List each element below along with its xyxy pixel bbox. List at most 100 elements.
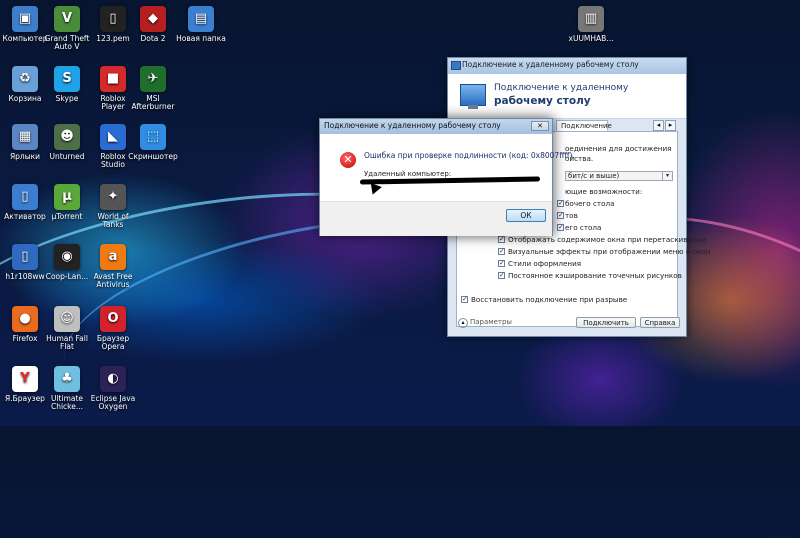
file-icon: ▯ (100, 6, 126, 32)
desktop-icon-label: xUUMHAB... (568, 34, 614, 43)
firefox-icon: ● (12, 306, 38, 332)
yandex-icon: Y (12, 366, 38, 392)
error-title: Подключение к удаленному рабочему столу (324, 121, 501, 130)
desktop-icon[interactable]: µ µTorrent (42, 184, 92, 221)
desktop-icon[interactable]: ◉ Coop-Lan... (42, 244, 92, 281)
dota-icon: ◆ (140, 6, 166, 32)
desktop-icon[interactable]: ✦ World of Tanks (88, 184, 138, 229)
speed-select[interactable]: бит/с и выше) ▾ (565, 171, 673, 181)
desktop-icon-label: Avast Free Antivirus (93, 272, 133, 289)
tab-scroll-right-icon[interactable]: ▸ (665, 120, 676, 131)
desktop-icon-label: Coop-Lan... (45, 272, 89, 281)
gta-icon: V (54, 6, 80, 32)
error-body: ✕ Ошибка при проверке подлинности (код: … (320, 134, 575, 201)
check-reconnect-label: Восстановить подключение при разрыве (471, 295, 628, 304)
check-drag-contents-label: Отображать содержимое окна при перетаски… (508, 235, 706, 244)
error-icon: ✕ (340, 152, 356, 168)
rdp-text-1: оединения для достижения (565, 144, 672, 153)
check-bitmap-caching-label: Постоянное кэширование точечных рисунков (508, 271, 682, 280)
error-titlebar[interactable]: Подключение к удаленному рабочему столу … (320, 119, 552, 134)
shortcuts-icon: ▦ (12, 124, 38, 150)
rdp-header: Подключение к удаленному рабочему столу (448, 74, 686, 119)
desktop-icon[interactable]: ☻ Unturned (42, 124, 92, 161)
desktop-icon-label: Unturned (49, 152, 85, 161)
options-toggle-icon[interactable]: ▴ (458, 318, 468, 328)
chevron-down-icon: ▾ (662, 172, 672, 180)
rdp-header-line1: Подключение к удаленному (494, 83, 629, 93)
desktop-icon-label: Браузер Opera (96, 334, 130, 351)
desktop-icon[interactable]: ◐ Eclipse Java Oxygen (88, 366, 138, 411)
desktop-icon[interactable]: ◆ Dota 2 (128, 6, 178, 43)
chicken-icon: ♣ (54, 366, 80, 392)
speed-select-value: бит/с и выше) (568, 172, 620, 180)
desktop-icon[interactable]: ⬚ Скриншотер (128, 124, 178, 161)
desktop-icon-label: MSI Afterburner (131, 94, 175, 111)
tab-scroll: ◂ ▸ (652, 120, 676, 131)
desktop-icon[interactable]: a Avast Free Antivirus (88, 244, 138, 289)
rdp-app-icon (451, 61, 461, 70)
desktop-icon-label: Eclipse Java Oxygen (90, 394, 136, 411)
unturned-icon: ☻ (54, 124, 80, 150)
options-toggle-label[interactable]: Параметры (470, 318, 512, 326)
roblox-studio-icon: ◣ (100, 124, 126, 150)
desktop-icon[interactable]: S Skype (42, 66, 92, 103)
remote-desktop-icon (460, 84, 486, 109)
desktop-icon[interactable]: ✈ MSI Afterburner (128, 66, 178, 111)
rdp-title: Подключение к удаленному рабочему столу (462, 60, 639, 69)
desktop-icon-label: Новая папка (176, 34, 226, 43)
check-themes[interactable]: ✓ (498, 260, 505, 267)
utorrent-icon: µ (54, 184, 80, 210)
desktop-icon[interactable]: O Браузер Opera (88, 306, 138, 351)
option-label: его стола (565, 223, 602, 232)
desktop-icon-label: µTorrent (51, 212, 83, 221)
rdp-header-line2: рабочему столу (494, 95, 591, 107)
desktop-icon[interactable]: ♣ Ultimate Chicke... (42, 366, 92, 411)
check-visual-effects[interactable]: ✓ (498, 248, 505, 255)
check-themes-label: Стили оформления (508, 259, 582, 268)
close-icon[interactable]: ✕ (531, 121, 549, 131)
check-bitmap-caching[interactable]: ✓ (498, 272, 505, 279)
image-icon: ▥ (578, 6, 604, 32)
screenshot-icon: ⬚ (140, 124, 166, 150)
check-drag-contents[interactable]: ✓ (498, 236, 505, 243)
computer-icon: ▣ (12, 6, 38, 32)
option-checkbox[interactable]: ✓ (557, 200, 564, 207)
desktop-icon-label: World of Tanks (97, 212, 129, 229)
cooplan-icon: ◉ (54, 244, 80, 270)
recycle-bin-icon: ♻ (12, 66, 38, 92)
option-checkbox[interactable]: ✓ (557, 212, 564, 219)
desktop-icon-label: Скриншотер (128, 152, 178, 161)
rdp-text-3: ющие возможности: (565, 187, 643, 196)
eclipse-icon: ◐ (100, 366, 126, 392)
opera-icon: O (100, 306, 126, 332)
desktop-icon-label: Ultimate Chicke... (50, 394, 84, 411)
error-message: Ошибка при проверке подлинности (код: 0x… (364, 151, 575, 160)
file-icon: ▯ (12, 244, 38, 270)
help-button[interactable]: Справка (640, 317, 680, 328)
ok-button[interactable]: ОК (506, 209, 546, 222)
desktop-icon-label: Grand Theft Auto V (44, 34, 90, 51)
desktop-icon[interactable]: V Grand Theft Auto V (42, 6, 92, 51)
roblox-icon: ■ (100, 66, 126, 92)
wot-icon: ✦ (100, 184, 126, 210)
rdp-titlebar[interactable]: Подключение к удаленному рабочему столу (448, 58, 686, 74)
desktop-icon[interactable]: ☺ Human Fall Flat (42, 306, 92, 351)
folder-icon: ▤ (188, 6, 214, 32)
tab-connection[interactable]: Подключение (556, 120, 612, 131)
desktop-icon[interactable]: ▤ Новая папка (176, 6, 226, 43)
remote-computer-label: Удаленный компьютер: (364, 170, 452, 178)
tab-scroll-left-icon[interactable]: ◂ (653, 120, 664, 131)
check-reconnect[interactable]: ✓ (461, 296, 468, 303)
desktop-icon-label: Dota 2 (140, 34, 166, 43)
desktop-icon[interactable]: ▥ xUUMHAB... (566, 6, 616, 43)
avast-icon: a (100, 244, 126, 270)
connect-button[interactable]: Подключить (576, 317, 636, 328)
desktop-icon-label: Skype (55, 94, 79, 103)
activator-icon: ▯ (12, 184, 38, 210)
option-checkbox[interactable]: ✓ (557, 224, 564, 231)
desktop-icon-label: Human Fall Flat (46, 334, 88, 351)
error-dialog: Подключение к удаленному рабочему столу … (319, 118, 575, 236)
check-visual-effects-label: Визуальные эффекты при отображении меню … (508, 247, 711, 256)
rdp-bottom-bar: ▴ Параметры Подключить Справка (448, 312, 686, 336)
humanfallflat-icon: ☺ (54, 306, 80, 332)
